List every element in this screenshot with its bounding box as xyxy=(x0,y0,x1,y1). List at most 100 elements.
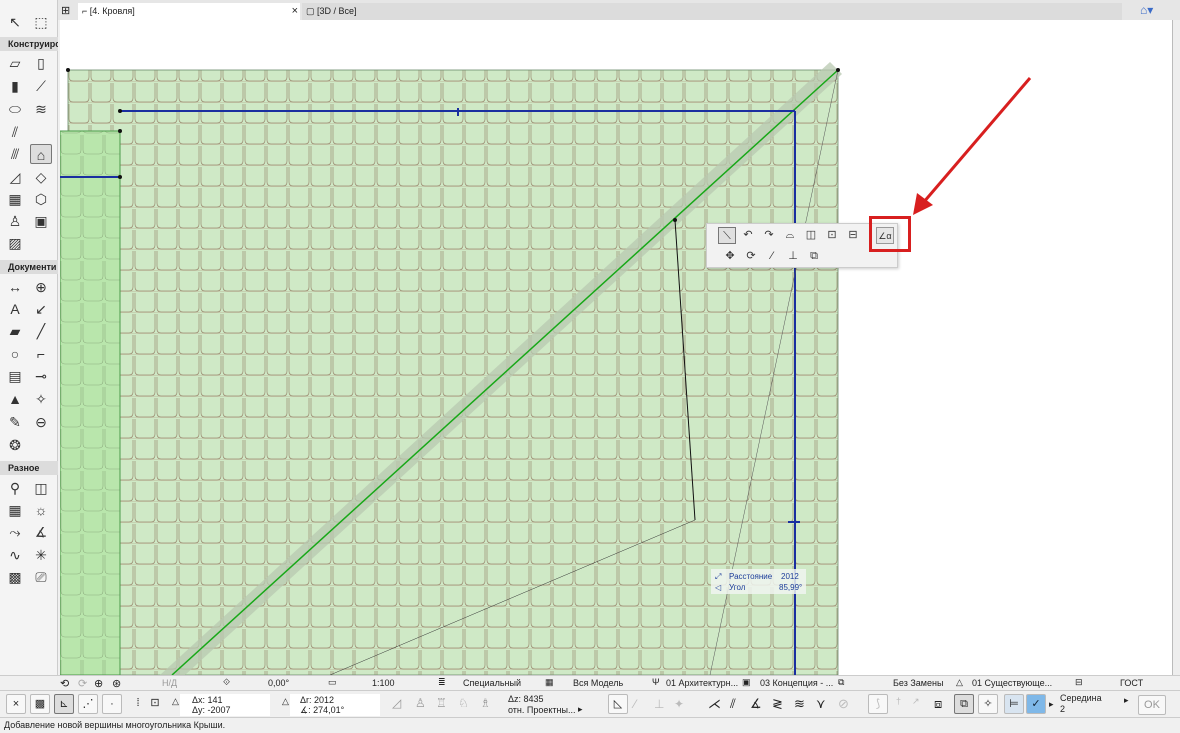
redo-zoom-icon[interactable]: ⟳ xyxy=(78,677,87,690)
partial-structure[interactable]: 03 Концепция - ... xyxy=(760,678,833,688)
shell-tool-icon[interactable]: ◿ xyxy=(4,167,26,187)
drawing-tool-icon[interactable]: ▤ xyxy=(4,366,26,386)
label-tool-icon[interactable]: ↙ xyxy=(30,299,52,319)
subtract-polygon-icon[interactable]: ⊟ xyxy=(844,227,862,244)
expand-icon[interactable]: ▸ xyxy=(1124,695,1129,706)
column-tool-icon[interactable]: ▮ xyxy=(4,76,26,96)
delta-z[interactable]: Δz: 8435 xyxy=(508,694,544,704)
line-tool-icon[interactable]: ╱ xyxy=(30,321,52,341)
snap-division[interactable]: 2 xyxy=(1060,704,1065,714)
light-tool-icon[interactable]: ☼ xyxy=(30,500,52,520)
curtain-tool-icon[interactable]: ⫻ xyxy=(4,144,26,164)
grid-tool-icon[interactable]: ▦ xyxy=(4,500,26,520)
zoom-value[interactable]: Н/Д xyxy=(162,678,177,688)
tangent-edge-icon[interactable]: ↷ xyxy=(760,227,778,244)
special-snap-icon[interactable]: † xyxy=(896,696,901,706)
snap-type[interactable]: Середина xyxy=(1060,693,1102,703)
scale-value[interactable]: 1:100 xyxy=(372,678,395,688)
morph-tool-icon[interactable]: ⬡ xyxy=(30,189,52,209)
snap-guides-icon[interactable]: ⋰ xyxy=(78,694,98,714)
lamp-tool-icon[interactable]: ◫ xyxy=(30,478,52,498)
rotate-icon[interactable]: ⟳ xyxy=(742,248,760,265)
add-vertex-icon[interactable]: ⟍ xyxy=(718,227,736,244)
section-more[interactable]: Разное xyxy=(0,461,58,475)
camera2-tool-icon[interactable]: ⎚ xyxy=(30,567,52,587)
fit-window-icon[interactable]: ⊛ xyxy=(112,677,121,690)
roof-tool-icon[interactable]: ⌂ xyxy=(30,144,52,164)
curtainwall-tool-icon[interactable]: ▦ xyxy=(4,189,26,209)
offset-edge-icon[interactable]: ◫ xyxy=(802,227,820,244)
delta-angle[interactable]: ∡: 274,01° xyxy=(300,705,344,716)
dimension-tool-icon[interactable]: ↔ xyxy=(4,277,26,297)
object-tool-icon[interactable]: ♙ xyxy=(4,211,26,231)
worksheet-tool-icon[interactable]: ✎ xyxy=(4,412,26,432)
plane-icon[interactable]: ◿ xyxy=(392,696,401,710)
stair-tool-icon[interactable]: ≋ xyxy=(30,99,52,119)
renovation-filter[interactable]: 01 Существующе... xyxy=(972,678,1052,688)
perpendicular-icon[interactable]: ⋌ xyxy=(708,696,721,712)
arrow-snap-icon[interactable]: ↗ xyxy=(912,696,920,707)
text-tool-icon[interactable]: A xyxy=(4,299,26,319)
midpoint-icon[interactable]: ✓ xyxy=(1026,694,1046,714)
constraint2-icon[interactable]: ⊥ xyxy=(654,697,664,711)
tab-roof-plan[interactable]: ⌐ [4. Кровля] × xyxy=(78,3,300,20)
right-scrollbar[interactable] xyxy=(1172,20,1180,675)
tab-3d[interactable]: ▢ [3D / Все] xyxy=(302,3,1122,20)
elevation-tool-icon[interactable]: ▲ xyxy=(4,389,26,409)
offset-all-icon[interactable]: ⧉ xyxy=(805,248,823,265)
tangent-icon[interactable]: ⋎ xyxy=(816,696,826,712)
figure-tool-icon[interactable]: ▩ xyxy=(4,567,26,587)
tab-close-icon[interactable]: × xyxy=(292,5,298,17)
constraint3-icon[interactable]: ✦ xyxy=(674,697,684,711)
layer-combination[interactable]: Специальный xyxy=(463,678,521,688)
reference-level[interactable]: отн. Проектны... xyxy=(508,705,576,715)
arrow-tool-icon[interactable]: ↖ xyxy=(4,12,26,32)
elevate-icon[interactable]: ⊥ xyxy=(784,248,802,265)
section-marker-icon[interactable]: ⊸ xyxy=(30,366,52,386)
surface-icon[interactable]: ♙ xyxy=(415,696,426,710)
tangent2-icon[interactable]: ⊘ xyxy=(838,696,849,712)
camera-tool-icon[interactable]: ⚲ xyxy=(4,478,26,498)
railing-tool-icon[interactable]: ⫽ xyxy=(4,122,26,142)
ortho-icon[interactable]: ⊾ xyxy=(54,694,74,714)
zone-tool-icon[interactable]: ▣ xyxy=(30,211,52,231)
ok-button[interactable]: OK xyxy=(1138,695,1166,715)
orientation-value[interactable]: 0,00° xyxy=(268,678,289,688)
snap-off-icon[interactable]: × xyxy=(6,694,26,714)
drag-icon[interactable]: ✥ xyxy=(721,248,739,265)
model-view-options[interactable]: Вся Модель xyxy=(573,678,623,688)
door-tool-icon[interactable]: ▯ xyxy=(30,53,52,73)
delta-r[interactable]: Δr: 2012 xyxy=(300,695,334,705)
point-icon[interactable]: · xyxy=(102,694,122,714)
constraint-icon[interactable]: ⁄ xyxy=(634,697,636,711)
change-tool-icon[interactable]: ❂ xyxy=(4,435,26,455)
home-view-icon[interactable]: ⌂▾ xyxy=(1140,3,1153,17)
hotspot-tool-icon[interactable]: ✧ xyxy=(30,389,52,409)
parallel-icon[interactable]: ⫽ xyxy=(730,696,736,712)
angle-tool-icon[interactable]: ∡ xyxy=(30,522,52,542)
marquee-tool-icon[interactable]: ⬚ xyxy=(30,12,52,32)
dimension-standard[interactable]: ГОСТ xyxy=(1120,678,1143,688)
snap-points-icon[interactable]: ⧉ xyxy=(954,694,974,714)
magic-wand-icon[interactable]: ✧ xyxy=(978,694,998,714)
slab-tool-icon[interactable]: ⬭ xyxy=(4,99,26,119)
mirror-icon[interactable]: ⁄ xyxy=(763,248,781,265)
snap-grid-icon[interactable]: ▩ xyxy=(30,694,50,714)
polyline-tool-icon[interactable]: ⌐ xyxy=(30,344,52,364)
multi-offset-icon[interactable]: ≋ xyxy=(794,696,805,712)
mesh-tool-icon[interactable]: ▨ xyxy=(4,233,26,253)
add-polygon-icon[interactable]: ⊡ xyxy=(823,227,841,244)
circle-tool-icon[interactable]: ○ xyxy=(4,344,26,364)
arc-tool-icon[interactable]: ∿ xyxy=(4,545,26,565)
rotate-view-icon[interactable]: ⟐ xyxy=(223,677,230,688)
curve-icon[interactable]: ⟆ xyxy=(868,694,888,714)
skylight-tool-icon[interactable]: ◇ xyxy=(30,167,52,187)
relative-construction-icon[interactable]: ⧈ xyxy=(934,696,942,712)
division-icon[interactable]: ⊨ xyxy=(1004,694,1024,714)
section-design[interactable]: Конструирс xyxy=(0,37,58,51)
detail-tool-icon[interactable]: ⊖ xyxy=(30,412,52,432)
level-dimension-icon[interactable]: ⊕ xyxy=(30,277,52,297)
fill-tool-icon[interactable]: ▰ xyxy=(4,321,26,341)
distance-value[interactable]: 2012 xyxy=(781,572,799,581)
wall-tool-icon[interactable]: ▱ xyxy=(4,53,26,73)
